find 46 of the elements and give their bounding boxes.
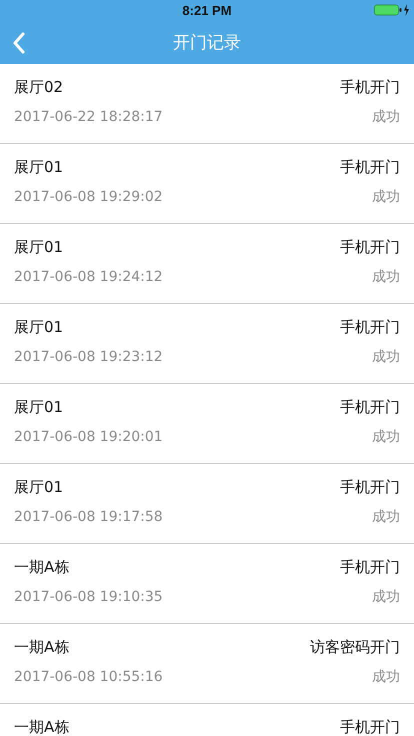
result-status: 成功 [372,588,400,606]
record-time: 2017-06-08 19:23:12 [14,349,163,365]
page-title: 开门记录 [173,32,241,54]
door-name: 一期A栋 [14,558,70,576]
record-row[interactable]: 展厅01 手机开门 2017-06-08 19:24:12 成功 [0,224,414,304]
record-row[interactable]: 一期A栋 手机开门 2017-06-08 19:10:35 成功 [0,544,414,624]
door-name: 展厅01 [14,318,64,336]
open-method: 手机开门 [340,398,400,416]
record-time: 2017-06-08 10:55:16 [14,669,163,685]
door-name: 一期A栋 [14,718,70,736]
record-time: 2017-06-08 19:29:02 [14,189,163,205]
open-method: 访客密码开门 [310,638,400,656]
door-name: 展厅01 [14,398,64,416]
record-time: 2017-06-08 19:17:58 [14,509,163,525]
record-time: 2017-06-08 19:24:12 [14,269,163,285]
record-row[interactable]: 展厅02 手机开门 2017-06-22 18:28:17 成功 [0,64,414,144]
door-name: 展厅02 [14,78,64,96]
result-status: 成功 [372,268,400,286]
record-time: 2017-06-08 19:20:01 [14,429,163,445]
door-name: 展厅01 [14,238,64,256]
result-status: 成功 [372,348,400,366]
door-name: 展厅01 [14,478,64,496]
record-row[interactable]: 展厅01 手机开门 2017-06-08 19:17:58 成功 [0,464,414,544]
open-method: 手机开门 [340,78,400,96]
open-method: 手机开门 [340,558,400,576]
record-row[interactable]: 展厅01 手机开门 2017-06-08 19:29:02 成功 [0,144,414,224]
status-time: 8:21 PM [182,2,232,18]
door-name: 展厅01 [14,158,64,176]
open-method: 手机开门 [340,718,400,736]
record-time: 2017-06-22 18:28:17 [14,109,163,125]
record-row[interactable]: 一期A栋 访客密码开门 2017-06-08 10:55:16 成功 [0,624,414,704]
record-row[interactable]: 展厅01 手机开门 2017-06-08 19:23:12 成功 [0,304,414,384]
result-status: 成功 [372,508,400,526]
door-name: 一期A栋 [14,638,70,656]
result-status: 成功 [372,668,400,686]
record-time: 2017-06-08 19:10:35 [14,589,163,605]
result-status: 成功 [372,108,400,126]
open-method: 手机开门 [340,158,400,176]
battery-icon [374,4,410,16]
result-status: 成功 [372,188,400,206]
record-row[interactable]: 一期A栋 手机开门 [0,704,414,736]
record-row[interactable]: 展厅01 手机开门 2017-06-08 19:20:01 成功 [0,384,414,464]
result-status: 成功 [372,428,400,446]
open-method: 手机开门 [340,478,400,496]
open-method: 手机开门 [340,318,400,336]
open-method: 手机开门 [340,238,400,256]
